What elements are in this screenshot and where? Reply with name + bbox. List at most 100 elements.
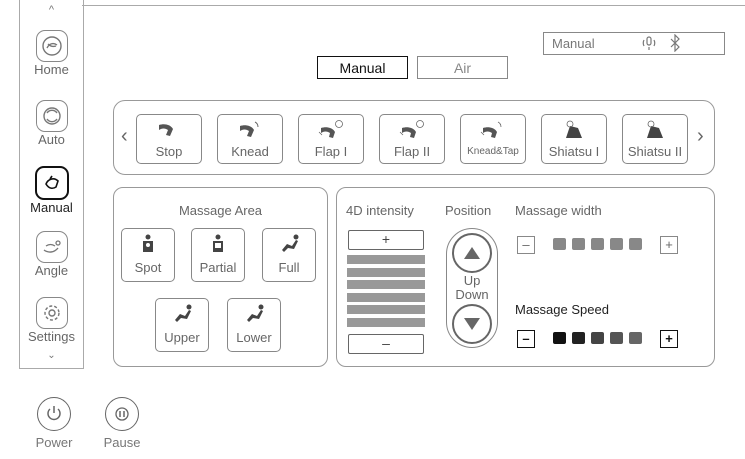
knead-tap-icon xyxy=(480,121,502,138)
lower-icon xyxy=(247,304,264,322)
speed-minus-button[interactable]: – xyxy=(517,330,535,348)
program-shiatsu1-button[interactable]: Shiatsu I xyxy=(541,114,607,164)
area-upper-button[interactable]: Upper xyxy=(155,298,209,352)
upper-icon xyxy=(175,304,192,322)
sidebar-item-label: Home xyxy=(34,62,69,77)
speed-level-segment xyxy=(610,332,623,344)
program-flap2-button[interactable]: Flap II xyxy=(379,114,445,164)
width-plus-button[interactable]: + xyxy=(660,236,678,254)
scroll-right-arrow[interactable]: › xyxy=(697,125,704,148)
scroll-left-arrow[interactable]: ‹ xyxy=(121,125,128,148)
power-icon xyxy=(37,397,71,431)
massage-area-panel: Massage Area Spot Partial Full Upper Low… xyxy=(113,187,328,367)
sidebar-item-label: Manual xyxy=(30,200,73,215)
controls-panel: 4D intensity + – Position Up Down Massag… xyxy=(336,187,715,367)
tab-manual[interactable]: Manual xyxy=(317,56,408,79)
arrow-up-icon xyxy=(464,247,480,259)
area-label: Lower xyxy=(236,330,272,345)
speed-level-segment xyxy=(629,332,642,344)
area-label: Spot xyxy=(134,260,162,275)
pause-label: Pause xyxy=(103,435,141,450)
width-level-segment xyxy=(629,238,642,250)
stop-icon xyxy=(159,124,173,136)
intensity-bar xyxy=(347,255,425,264)
scroll-up-icon[interactable]: ^ xyxy=(20,4,83,16)
sidebar-item-settings[interactable]: Settings xyxy=(20,297,83,344)
program-stop-button[interactable]: Stop xyxy=(136,114,202,164)
program-flap1-button[interactable]: Flap I xyxy=(298,114,364,164)
sidebar-item-auto[interactable]: Auto xyxy=(20,100,83,147)
intensity-plus-button[interactable]: + xyxy=(348,230,424,250)
status-bar: Manual xyxy=(543,32,725,55)
sidebar-item-label: Auto xyxy=(38,132,65,147)
sidebar-item-label: Settings xyxy=(28,329,75,344)
scroll-down-icon[interactable]: ⌄ xyxy=(20,350,83,361)
program-knead-tap-button[interactable]: Knead&Tap xyxy=(460,114,526,164)
status-mode: Manual xyxy=(552,36,595,51)
area-label: Upper xyxy=(164,330,200,345)
massage-area-title: Massage Area xyxy=(178,203,263,218)
settings-icon xyxy=(35,297,68,329)
program-label: Knead&Tap xyxy=(467,146,519,157)
area-lower-button[interactable]: Lower xyxy=(227,298,281,352)
intensity-bar xyxy=(347,317,425,327)
intensity-minus-button[interactable]: – xyxy=(348,334,424,354)
pause-button[interactable]: Pause xyxy=(94,397,150,450)
tab-air[interactable]: Air xyxy=(417,56,508,79)
auto-icon xyxy=(35,100,68,132)
position-title: Position xyxy=(445,203,492,218)
width-title: Massage width xyxy=(515,203,602,218)
flap1-icon xyxy=(318,120,343,138)
home-icon xyxy=(35,30,68,62)
width-level-segment xyxy=(610,238,623,250)
intensity-title: 4D intensity xyxy=(346,203,414,218)
program-shiatsu2-button[interactable]: Shiatsu II xyxy=(622,114,688,164)
flap2-icon xyxy=(399,120,424,138)
area-partial-button[interactable]: Partial xyxy=(191,228,245,282)
position-up-button[interactable] xyxy=(452,233,492,273)
position-control: Up Down xyxy=(446,228,498,348)
sidebar: ^ Home Auto Manual Angle Settings ⌄ xyxy=(19,0,84,369)
width-minus-button[interactable]: – xyxy=(517,236,535,254)
area-label: Partial xyxy=(199,260,237,275)
position-down-button[interactable] xyxy=(452,304,492,344)
full-icon xyxy=(282,234,299,252)
speed-level-segment xyxy=(553,332,566,344)
power-label: Power xyxy=(35,435,73,450)
sidebar-item-label: Angle xyxy=(34,263,69,278)
program-panel: ‹ Stop Knead Flap I Flap II Knead&Tap Sh… xyxy=(113,100,715,175)
manual-icon xyxy=(34,166,69,200)
spot-icon xyxy=(143,234,153,252)
width-level-segment xyxy=(591,238,604,250)
partial-icon xyxy=(213,234,223,252)
knead-icon xyxy=(240,121,259,137)
area-spot-button[interactable]: Spot xyxy=(121,228,175,282)
program-label: Flap II xyxy=(393,144,431,159)
speed-title: Massage Speed xyxy=(515,302,609,317)
shiatsu2-icon xyxy=(647,120,663,138)
power-button[interactable]: Power xyxy=(26,397,82,450)
top-divider xyxy=(82,5,745,6)
sidebar-item-home[interactable]: Home xyxy=(20,30,83,77)
speed-plus-button[interactable]: + xyxy=(660,330,678,348)
program-label: Shiatsu II xyxy=(627,144,683,159)
width-level-segment xyxy=(553,238,566,250)
shiatsu1-icon xyxy=(566,120,582,138)
speed-level-segment xyxy=(591,332,604,344)
arrow-down-icon xyxy=(464,318,480,330)
bluetooth-icon xyxy=(668,33,682,55)
program-label: Knead xyxy=(231,144,269,159)
intensity-bar xyxy=(347,305,425,314)
program-label: Stop xyxy=(155,144,183,159)
area-full-button[interactable]: Full xyxy=(262,228,316,282)
angle-icon xyxy=(35,231,68,263)
program-knead-button[interactable]: Knead xyxy=(217,114,283,164)
sidebar-item-angle[interactable]: Angle xyxy=(20,231,83,278)
program-label: Shiatsu I xyxy=(548,144,600,159)
sidebar-item-manual[interactable]: Manual xyxy=(20,166,83,215)
speed-level-segment xyxy=(572,332,585,344)
program-label: Flap I xyxy=(314,144,348,159)
position-down-label: Down xyxy=(455,287,489,302)
width-level-segment xyxy=(572,238,585,250)
intensity-bar xyxy=(347,280,425,289)
